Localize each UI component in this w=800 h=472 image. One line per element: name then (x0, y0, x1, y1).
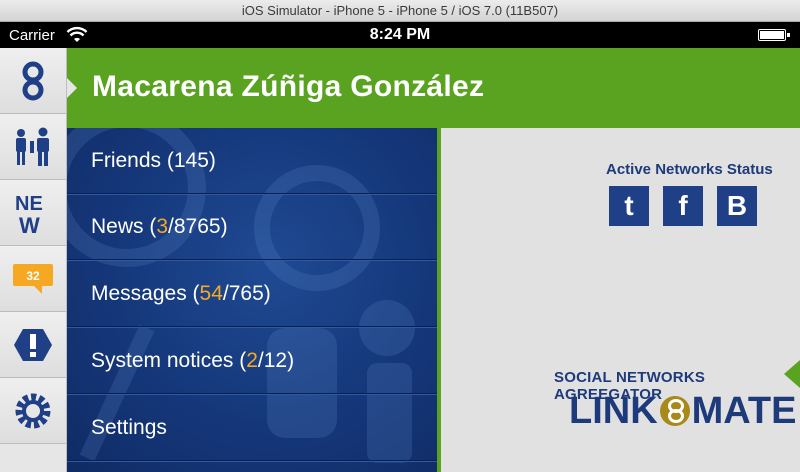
menu-item-label-prefix: News ( (91, 215, 157, 238)
menu-item-label-suffix: /765) (222, 282, 271, 305)
tumblr-icon[interactable]: t (609, 186, 649, 226)
facebook-icon[interactable]: f (663, 186, 703, 226)
simulator-title-bar: iOS Simulator - iPhone 5 - iPhone 5 / iO… (0, 0, 800, 22)
status-bar: Carrier 8:24 PM (0, 22, 800, 48)
menu-item-friends[interactable]: Friends (145) (67, 128, 437, 194)
menu-item-label-prefix: System notices ( (91, 349, 247, 372)
menu-item-label: Friends (145) (91, 149, 216, 172)
blogger-icon[interactable]: B (717, 186, 757, 226)
svg-text:W: W (19, 213, 40, 236)
rail-item-notices[interactable] (0, 312, 66, 378)
messages-unread-count: 54 (199, 282, 223, 305)
menu-item-messages[interactable]: Messages (54/765) (67, 261, 437, 327)
rail-item-news[interactable]: NE W (0, 180, 66, 246)
svg-text:NE: NE (15, 193, 43, 215)
gear-icon (15, 393, 51, 428)
profile-name: Macarena Zúñiga González (92, 70, 485, 103)
friends-icon (16, 127, 49, 166)
content-panel: Active Networks Status t f B SOCIAL NETW… (441, 128, 800, 472)
news-icon: NE W (15, 193, 43, 236)
menu-item-label-suffix: /12) (257, 349, 295, 372)
menu-item-system-notices[interactable]: System notices (2/12) (67, 328, 437, 394)
main-menu: Friends (145) News (3/8765) Messages (54… (67, 128, 441, 472)
battery-icon (758, 29, 790, 41)
menu-item-settings[interactable]: Settings (67, 395, 437, 461)
menu-item-label-suffix: /8765) (168, 215, 228, 238)
logo-text-right: MATE (691, 389, 797, 432)
menu-item-news[interactable]: News (3/8765) (67, 194, 437, 260)
profile-header: Macarena Zúñiga González (67, 48, 800, 128)
icon-rail: NE W 32 (0, 48, 67, 472)
clock: 8:24 PM (369, 26, 431, 43)
rail-item-home[interactable] (0, 48, 66, 114)
simulator-title: iOS Simulator - iPhone 5 - iPhone 5 / iO… (241, 3, 559, 18)
brand-logo: LINK MATE (569, 388, 797, 434)
alert-icon (14, 328, 52, 361)
link-logo-icon (22, 61, 44, 100)
logo-link-icon (659, 396, 690, 426)
panel-toggle-tab[interactable] (784, 360, 800, 388)
messages-badge-count: 32 (26, 269, 40, 283)
rail-item-settings[interactable] (0, 378, 66, 444)
logo-text-left: LINK (569, 389, 658, 432)
rail-item-friends[interactable] (0, 114, 66, 180)
networks-status-title: Active Networks Status (606, 161, 773, 178)
menu-item-label: Settings (91, 416, 167, 439)
rail-item-messages[interactable]: 32 (0, 246, 66, 312)
menu-item-label-prefix: Messages ( (91, 282, 200, 305)
message-bubble-icon: 32 (13, 263, 53, 294)
news-unread-count: 3 (156, 215, 169, 238)
notices-unread-count: 2 (246, 349, 258, 372)
